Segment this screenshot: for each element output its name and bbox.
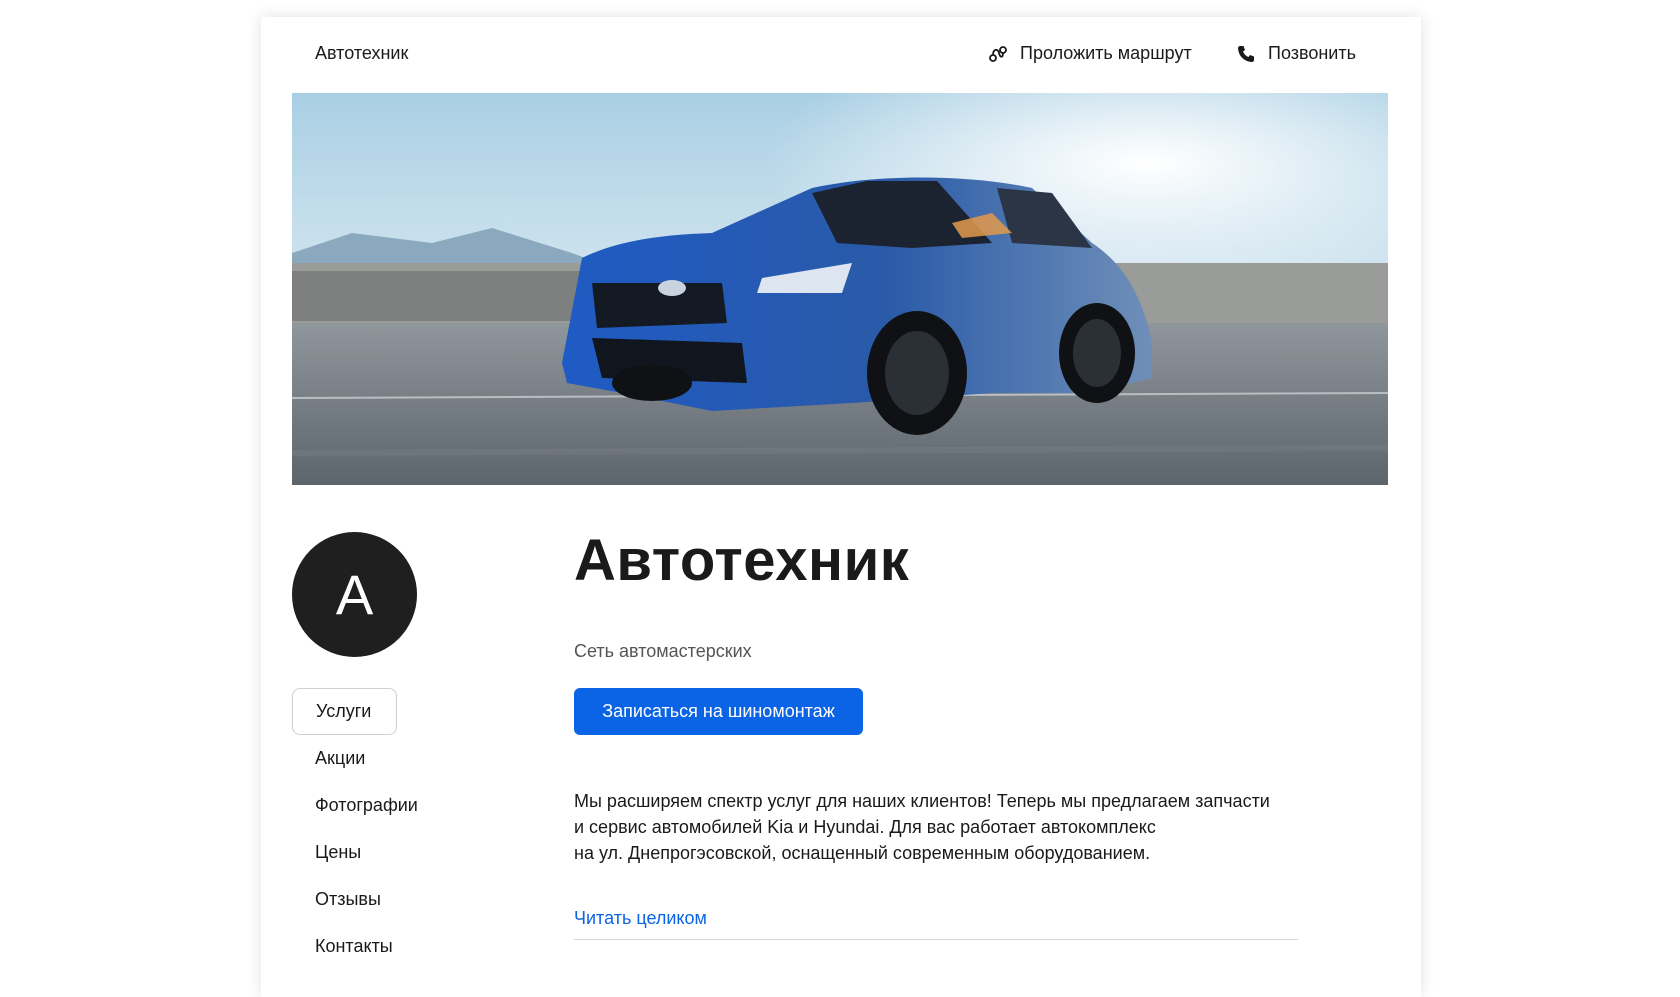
nav-item-prices[interactable]: Цены — [292, 829, 492, 876]
call-button[interactable]: Позвонить — [1236, 43, 1356, 64]
brand-name[interactable]: Автотехник — [315, 43, 408, 64]
page-card: Автотехник Проложить маршрут Позвонить А… — [261, 17, 1421, 997]
nav-item-photos[interactable]: Фотографии — [292, 782, 492, 829]
page-subtitle: Сеть автомастерских — [574, 641, 752, 661]
call-label: Позвонить — [1268, 43, 1356, 63]
hero-image — [292, 93, 1388, 485]
divider — [574, 939, 1298, 940]
description: Мы расширяем спектр услуг для наших клие… — [574, 788, 1304, 866]
phone-icon — [1236, 44, 1256, 64]
nav-item-services[interactable]: Услуги — [292, 688, 397, 735]
route-button[interactable]: Проложить маршрут — [988, 43, 1192, 64]
read-more-link[interactable]: Читать целиком — [574, 908, 707, 929]
nav-item-contacts[interactable]: Контакты — [292, 923, 492, 970]
avatar: А — [292, 532, 417, 657]
description-line: и сервис автомобилей Kia и Hyundai. Для … — [574, 817, 1156, 837]
route-label: Проложить маршрут — [1020, 43, 1192, 63]
book-tire-service-button[interactable]: Записаться на шиномонтаж — [574, 688, 863, 735]
nav-item-reviews[interactable]: Отзывы — [292, 876, 492, 923]
description-line: на ул. Днепрогэсовской, оснащенный совре… — [574, 843, 1151, 863]
route-icon — [988, 44, 1008, 64]
top-bar: Автотехник Проложить маршрут Позвонить — [261, 17, 1421, 93]
page-title: Автотехник — [574, 528, 910, 593]
description-line: Мы расширяем спектр услуг для наших клие… — [574, 791, 1270, 811]
nav-item-promotions[interactable]: Акции — [292, 735, 492, 782]
side-navigation: Услуги Акции Фотографии Цены Отзывы Конт… — [292, 688, 492, 970]
